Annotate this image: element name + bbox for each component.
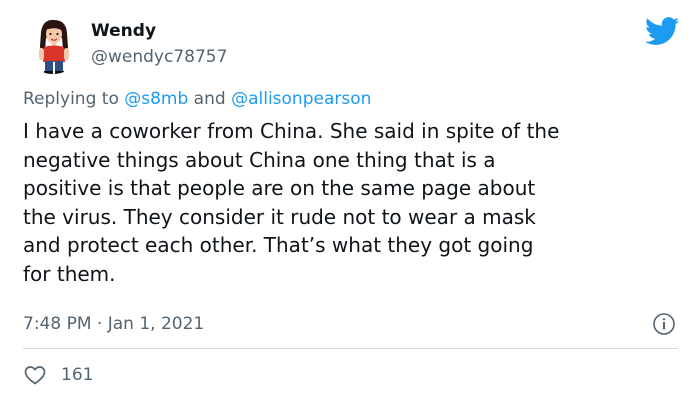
replying-connector: and xyxy=(188,89,232,109)
tweet-timestamp[interactable]: 7:48 PM · Jan 1, 2021 xyxy=(23,312,204,336)
avatar[interactable] xyxy=(23,14,83,74)
mention-link-s8mb[interactable]: @s8mb xyxy=(124,89,188,109)
heart-icon[interactable] xyxy=(23,363,47,387)
like-count: 161 xyxy=(61,365,94,385)
user-info: Wendy @wendyc78757 xyxy=(91,20,227,68)
tweet-text: I have a coworker from China. She said i… xyxy=(23,119,560,286)
twitter-bird-icon[interactable] xyxy=(645,17,680,46)
like-button[interactable]: 161 xyxy=(23,362,93,388)
display-name[interactable]: Wendy xyxy=(91,20,227,42)
divider xyxy=(23,348,678,349)
replying-to: Replying to @s8mb and @allisonpearson xyxy=(23,87,371,111)
info-icon[interactable] xyxy=(652,312,676,336)
mention-link-allisonpearson[interactable]: @allisonpearson xyxy=(231,89,371,109)
replying-prefix: Replying to xyxy=(23,89,125,109)
user-handle[interactable]: @wendyc78757 xyxy=(91,46,227,68)
tweet-card: Wendy @wendyc78757 Replying to @s8mb and… xyxy=(0,0,700,402)
